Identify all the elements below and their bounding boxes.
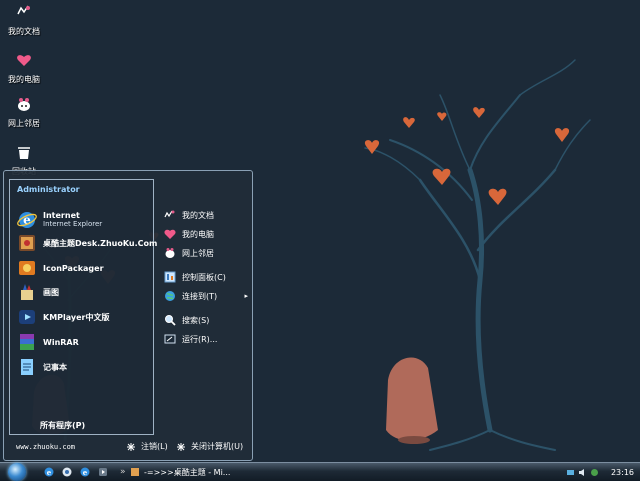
place-label: 连接到(T)	[182, 291, 218, 301]
shutdown-icon	[177, 442, 185, 451]
quicklaunch-desktop-icon[interactable]: e	[80, 467, 90, 477]
run-icon	[164, 334, 176, 344]
program-label: Internet	[43, 211, 80, 220]
logoff-icon	[127, 442, 135, 451]
start-menu: Administrator e Internet Internet Explore…	[3, 170, 253, 461]
program-winrar[interactable]: WinRAR	[17, 332, 151, 352]
place-control-panel[interactable]: 控制面板(C)	[164, 270, 248, 284]
program-label: WinRAR	[43, 337, 79, 347]
program-label: 桌酷主题Desk.ZhuoKu.Com	[43, 238, 158, 248]
quicklaunch-overflow[interactable]: »	[120, 467, 126, 477]
control-panel-icon	[164, 271, 176, 283]
svg-text:e: e	[47, 468, 52, 477]
place-label: 我的文档	[182, 210, 214, 220]
kmplayer-icon	[19, 310, 35, 324]
network-tray-icon[interactable]	[566, 468, 575, 477]
programs-pane: Administrator e Internet Internet Explore…	[9, 179, 157, 435]
footer-website: www.zhuoku.com	[16, 443, 76, 451]
program-label: IconPackager	[43, 263, 104, 273]
logoff-label: 注销(L)	[141, 442, 168, 451]
place-connect-to[interactable]: 连接到(T) ▸	[164, 289, 248, 303]
clock[interactable]: 23:16	[611, 468, 634, 477]
window-icon	[131, 468, 139, 476]
shutdown-label: 关闭计算机(U)	[191, 442, 244, 451]
logoff-button[interactable]: 注销(L)	[126, 441, 168, 452]
program-label: KMPlayer中文版	[43, 312, 110, 322]
desktop-icon-network[interactable]: 网上邻居	[2, 96, 46, 129]
submenu-arrow: ▸	[244, 292, 248, 300]
program-notepad[interactable]: 记事本	[17, 357, 151, 377]
place-label: 我的电脑	[182, 229, 214, 239]
desktop-icon-documents[interactable]: 我的文档	[2, 4, 46, 37]
documents-icon	[164, 210, 175, 218]
place-search[interactable]: 搜索(S)	[164, 313, 248, 327]
place-my-documents[interactable]: 我的文档	[164, 208, 248, 222]
place-network[interactable]: 网上邻居	[164, 246, 248, 260]
place-label: 网上邻居	[182, 248, 214, 258]
heart-computer-icon	[17, 55, 31, 66]
program-iconpackager[interactable]: IconPackager	[17, 258, 151, 278]
messenger-tray-icon[interactable]	[590, 468, 599, 477]
svg-text:e: e	[83, 468, 88, 477]
zhuoku-theme-icon	[19, 235, 35, 251]
program-label: 画图	[43, 287, 59, 297]
desktop-icon-label: 我的文档	[8, 27, 40, 36]
place-label: 控制面板(C)	[182, 272, 226, 282]
place-run[interactable]: 运行(R)...	[164, 332, 248, 346]
start-button[interactable]	[8, 463, 26, 481]
winrar-icon	[20, 334, 34, 350]
network-icon	[165, 248, 175, 258]
program-zhuoku-theme[interactable]: 桌酷主题Desk.ZhuoKu.Com	[17, 233, 157, 253]
recycle-bin-icon	[18, 147, 30, 159]
taskbar-window-button[interactable]: -=>>>桌酷主题 - Mi...	[130, 465, 230, 479]
network-icon	[18, 98, 30, 111]
notepad-icon	[21, 359, 33, 375]
taskbar: e e » -=>>>桌酷主题 - Mi... 23:16	[0, 462, 640, 481]
iconpackager-icon	[19, 261, 35, 275]
quicklaunch-browser-icon[interactable]	[62, 467, 72, 477]
connect-globe-icon	[165, 291, 175, 301]
all-programs-button[interactable]: 所有程序(P)	[40, 420, 85, 431]
program-internet-explorer[interactable]: e Internet Internet Explorer	[17, 210, 151, 230]
program-kmplayer[interactable]: KMPlayer中文版	[17, 307, 151, 327]
desktop-icon-computer[interactable]: 我的电脑	[2, 52, 46, 85]
system-tray: 23:16	[566, 464, 640, 480]
place-label: 搜索(S)	[182, 315, 210, 325]
place-my-computer[interactable]: 我的电脑	[164, 227, 248, 241]
search-icon	[165, 315, 176, 326]
program-label: 记事本	[43, 362, 67, 372]
taskbar-window-label: -=>>>桌酷主题 - Mi...	[144, 467, 231, 477]
internet-explorer-icon: e	[17, 212, 37, 228]
program-paint[interactable]: 画图	[17, 282, 151, 302]
documents-icon	[17, 5, 30, 15]
quicklaunch-ie-icon[interactable]: e	[44, 467, 54, 477]
place-label: 运行(R)...	[182, 334, 218, 344]
quicklaunch-media-icon[interactable]	[98, 467, 108, 477]
paint-icon	[21, 284, 33, 300]
desktop-icon-label: 我的电脑	[8, 75, 40, 84]
shutdown-button[interactable]: 关闭计算机(U)	[176, 441, 243, 452]
volume-tray-icon[interactable]	[578, 468, 587, 477]
heart-computer-icon	[164, 229, 176, 239]
desktop-icon-label: 网上邻居	[8, 119, 40, 128]
user-name: Administrator	[17, 185, 80, 194]
program-sublabel: Internet Explorer	[43, 220, 103, 228]
